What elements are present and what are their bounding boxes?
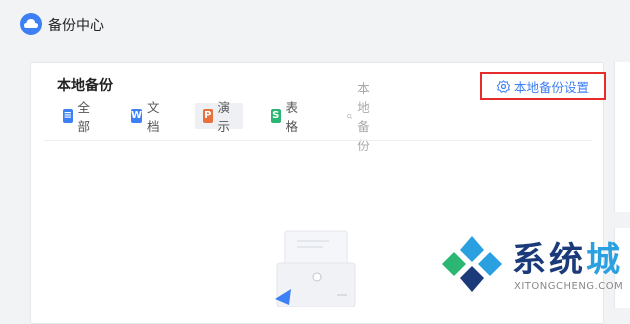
empty-state-illustration [271, 227, 361, 308]
diamond-logo-icon [442, 236, 502, 292]
site-watermark: 系统城 XITONGCHENG.COM [434, 228, 630, 303]
settings-label: 本地备份设置 [513, 79, 589, 95]
watermark-domain: XITONGCHENG.COM [514, 281, 624, 292]
tab-all[interactable]: ≡ 全部 [63, 100, 95, 134]
sheet-icon: S [271, 109, 281, 123]
search-placeholder: 本地备份 [357, 81, 370, 153]
ppt-icon: P [203, 109, 213, 123]
tab-documents[interactable]: W 文档 [131, 100, 163, 134]
panel-title: 本地备份 [57, 78, 113, 94]
app-title: 备份中心 [48, 18, 104, 34]
title-bar: 备份中心 [0, 0, 630, 52]
tab-label: 全部 [77, 100, 91, 134]
word-doc-icon: W [131, 109, 143, 123]
all-files-icon: ≡ [63, 109, 73, 123]
divider [44, 140, 592, 141]
search-input[interactable]: 本地备份 [347, 81, 378, 153]
cloud-icon [20, 13, 42, 35]
watermark-brand: 系统城 [512, 232, 623, 281]
watermark-brand-main: 系统 [512, 240, 586, 280]
tab-label: 文档 [147, 100, 160, 134]
gear-icon [496, 79, 510, 93]
tab-spreadsheets[interactable]: S 表格 [271, 100, 303, 134]
side-panel [614, 62, 630, 212]
search-icon [347, 113, 353, 119]
local-backup-settings-button[interactable]: 本地备份设置 [480, 72, 606, 100]
tab-label: 演示 [217, 100, 231, 134]
tab-label: 表格 [285, 100, 299, 134]
watermark-brand-accent: 城 [586, 240, 623, 280]
tab-presentations[interactable]: P 演示 [195, 100, 243, 134]
